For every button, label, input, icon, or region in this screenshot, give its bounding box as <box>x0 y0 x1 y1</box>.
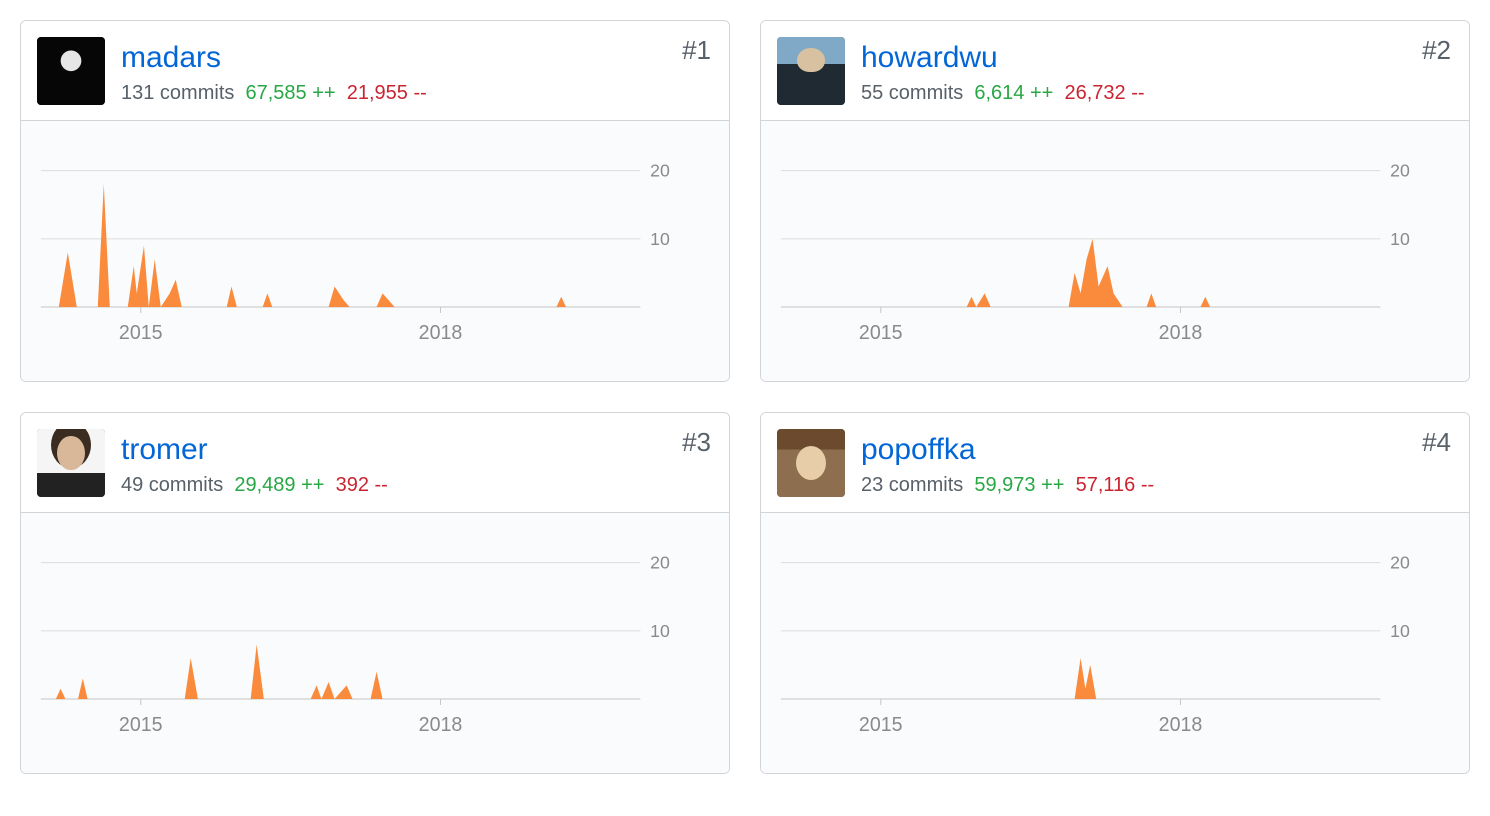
header-text: popoffka 23 commits 59,973 ++ 57,116 -- <box>861 429 1453 498</box>
stats-line: 131 commits 67,585 ++ 21,955 -- <box>121 80 713 106</box>
commits-count: 23 commits <box>861 474 963 496</box>
header-text: madars 131 commits 67,585 ++ 21,955 -- <box>121 37 713 106</box>
avatar[interactable] <box>777 429 845 497</box>
x-tick-label: 2018 <box>1159 714 1203 736</box>
avatar[interactable] <box>777 37 845 105</box>
y-tick-label: 10 <box>650 621 670 641</box>
commits-count: 131 commits <box>121 82 234 104</box>
activity-chart: 10 20 2015 2018 <box>771 137 1459 381</box>
contributors-grid: madars 131 commits 67,585 ++ 21,955 -- #1 1… <box>20 20 1470 774</box>
y-tick-label: 20 <box>650 160 670 180</box>
deletions-count: 26,732 -- <box>1064 82 1144 104</box>
x-tick-label: 2018 <box>419 322 463 344</box>
card-header: popoffka 23 commits 59,973 ++ 57,116 -- #4 <box>761 413 1469 513</box>
x-tick-label: 2015 <box>119 714 163 736</box>
contributor-card: tromer 49 commits 29,489 ++ 392 -- #3 10 20 2… <box>20 412 730 774</box>
activity-chart: 10 20 2015 2018 <box>31 137 719 381</box>
activity-area <box>967 239 1210 307</box>
commits-count: 49 commits <box>121 474 223 496</box>
username-link[interactable]: howardwu <box>861 41 998 74</box>
deletions-count: 392 -- <box>336 474 388 496</box>
y-tick-label: 20 <box>650 552 670 572</box>
username-link[interactable]: tromer <box>121 433 208 466</box>
additions-count: 6,614 ++ <box>974 82 1053 104</box>
card-body: 10 20 2015 2018 <box>761 513 1469 773</box>
commits-count: 55 commits <box>861 82 963 104</box>
card-body: 10 20 2015 2018 <box>761 121 1469 381</box>
activity-chart: 10 20 2015 2018 <box>771 529 1459 773</box>
y-tick-label: 10 <box>1390 621 1410 641</box>
activity-area <box>56 644 383 699</box>
header-text: howardwu 55 commits 6,614 ++ 26,732 -- <box>861 37 1453 106</box>
stats-line: 55 commits 6,614 ++ 26,732 -- <box>861 80 1453 106</box>
contributor-card: howardwu 55 commits 6,614 ++ 26,732 -- #2 1… <box>760 20 1470 382</box>
username-link[interactable]: popoffka <box>861 433 976 466</box>
stats-line: 49 commits 29,489 ++ 392 -- <box>121 472 713 498</box>
activity-area <box>1075 658 1097 699</box>
x-tick-label: 2015 <box>859 714 903 736</box>
y-tick-label: 10 <box>1390 229 1410 249</box>
additions-count: 59,973 ++ <box>974 474 1064 496</box>
x-tick-label: 2015 <box>859 322 903 344</box>
deletions-count: 57,116 -- <box>1076 474 1155 496</box>
deletions-count: 21,955 -- <box>347 82 427 104</box>
x-tick-label: 2018 <box>419 714 463 736</box>
x-tick-label: 2018 <box>1159 322 1203 344</box>
contributor-card: popoffka 23 commits 59,973 ++ 57,116 -- #4… <box>760 412 1470 774</box>
additions-count: 67,585 ++ <box>246 82 336 104</box>
card-body: 10 20 2015 2018 <box>21 513 729 773</box>
contributor-card: madars 131 commits 67,585 ++ 21,955 -- #1 1… <box>20 20 730 382</box>
avatar[interactable] <box>37 429 105 497</box>
y-tick-label: 20 <box>1390 160 1410 180</box>
activity-area <box>59 184 566 307</box>
card-header: madars 131 commits 67,585 ++ 21,955 -- #1 <box>21 21 729 121</box>
card-body: 10 20 2015 2018 <box>21 121 729 381</box>
username-link[interactable]: madars <box>121 41 221 74</box>
additions-count: 29,489 ++ <box>234 474 324 496</box>
x-tick-label: 2015 <box>119 322 163 344</box>
header-text: tromer 49 commits 29,489 ++ 392 -- <box>121 429 713 498</box>
card-header: howardwu 55 commits 6,614 ++ 26,732 -- #2 <box>761 21 1469 121</box>
rank-label: #4 <box>1422 427 1451 458</box>
activity-chart: 10 20 2015 2018 <box>31 529 719 773</box>
rank-label: #1 <box>682 35 711 66</box>
avatar[interactable] <box>37 37 105 105</box>
y-tick-label: 20 <box>1390 552 1410 572</box>
stats-line: 23 commits 59,973 ++ 57,116 -- <box>861 472 1453 498</box>
rank-label: #2 <box>1422 35 1451 66</box>
rank-label: #3 <box>682 427 711 458</box>
y-tick-label: 10 <box>650 229 670 249</box>
card-header: tromer 49 commits 29,489 ++ 392 -- #3 <box>21 413 729 513</box>
